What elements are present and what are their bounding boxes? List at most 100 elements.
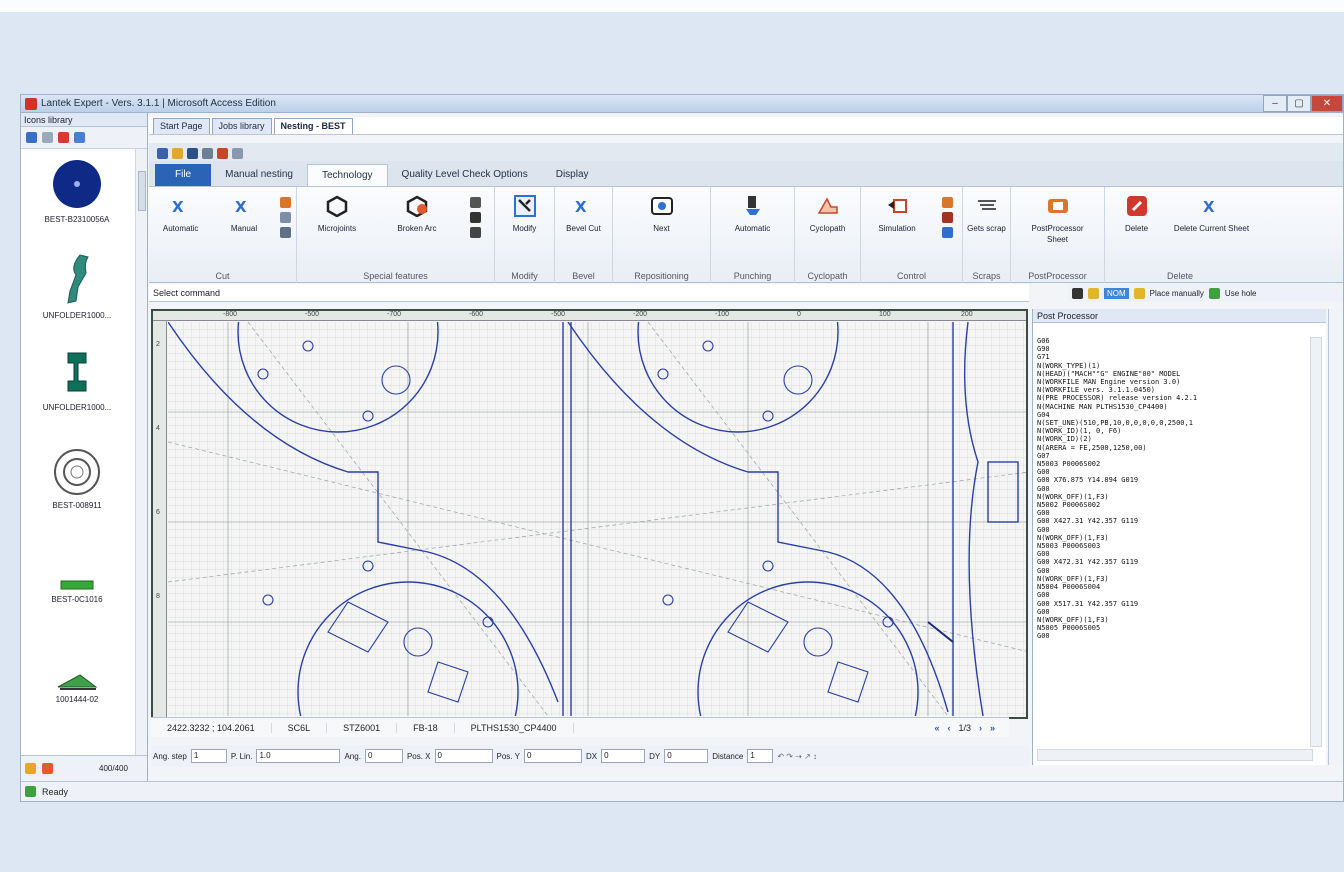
automatic-cut-button[interactable]: X Automatic [154, 195, 208, 234]
delete-current-sheet-button[interactable]: X Delete Current Sheet [1173, 195, 1251, 234]
library-scrollbar[interactable] [135, 149, 147, 755]
tab-start-page[interactable]: Start Page [153, 118, 210, 134]
nesting-canvas[interactable]: -800 -500 -700 -600 -500 -200 -100 0 100… [151, 309, 1028, 719]
new-icon[interactable] [157, 147, 168, 159]
command-line[interactable]: Select command [149, 284, 1029, 302]
last-sheet-button[interactable]: » [990, 723, 995, 733]
ang-field[interactable]: 0 [364, 749, 403, 763]
cut-order-icon[interactable] [280, 212, 292, 223]
library-item[interactable]: BEST-008911 [21, 447, 133, 510]
cyclopath-button[interactable]: Cyclopath [801, 195, 855, 234]
gets-scrap-button[interactable]: Gets scrap [963, 195, 1010, 234]
joint-icon[interactable] [470, 227, 481, 238]
library-item-label: BEST-B2310056A [44, 215, 110, 224]
reset-icon[interactable] [942, 227, 953, 238]
minimize-button[interactable]: – [1263, 95, 1287, 112]
library-list-icon[interactable] [42, 132, 53, 143]
post-processor-header: Post Processor [1033, 309, 1326, 323]
first-sheet-button[interactable]: « [934, 723, 939, 733]
open-icon[interactable] [172, 147, 183, 159]
tab-quality-level[interactable]: Quality Level Check Options [388, 164, 542, 186]
snap-tools-icon[interactable]: ↶ ↷ ⇢ ↗ ↕ [777, 752, 817, 761]
post-processor-hscroll[interactable] [1037, 749, 1313, 761]
postprocessor-sheet-button[interactable]: PostProcessor Sheet [1031, 195, 1085, 245]
svg-text:X: X [1203, 198, 1215, 216]
library-item[interactable]: 1001444-02 [21, 673, 133, 704]
tab-jobs-library[interactable]: Jobs library [211, 118, 272, 134]
button-label: Automatic [734, 224, 771, 233]
next-button[interactable]: Next [635, 195, 689, 234]
delete-button[interactable]: Delete [1110, 195, 1164, 234]
tab-manual-nesting[interactable]: Manual nesting [211, 164, 307, 186]
library-filter-icon[interactable] [74, 132, 85, 143]
hand-icon[interactable] [1088, 287, 1099, 299]
mode-toggle[interactable]: NOM [1104, 287, 1129, 299]
button-label: Delete Current Sheet [1173, 224, 1250, 233]
pos-x-field[interactable]: 0 [434, 749, 493, 763]
folder-icon[interactable] [25, 763, 36, 774]
app-icon [25, 97, 37, 110]
manual-cut-button[interactable]: X Manual [217, 195, 271, 234]
sheet-code: STZ6001 [327, 722, 398, 733]
simulation-button[interactable]: Simulation [870, 195, 924, 234]
placement-toolbar: NOM Place manually Use hole [1068, 284, 1343, 302]
group-punching: Automatic Punching [711, 187, 795, 283]
dx-field[interactable]: 0 [601, 749, 646, 763]
ruler-tick: -700 [387, 311, 402, 318]
glasses-icon[interactable] [1072, 287, 1083, 299]
loop-icon[interactable] [470, 197, 481, 208]
library-item[interactable]: UNFOLDER1000... [21, 253, 133, 320]
lead-icon[interactable] [470, 212, 481, 223]
nc-code-listing[interactable]: G06 G90 G71 N(WORK_TYPE)(1) N(HEAD)("MAC… [1037, 337, 1307, 737]
pos-y-field[interactable]: 0 [523, 749, 582, 763]
manual-cut-icon: X [233, 195, 255, 217]
library-item[interactable]: UNFOLDER1000... [21, 349, 133, 412]
stop-icon[interactable] [942, 212, 953, 223]
print-icon[interactable] [202, 147, 213, 159]
library-delete-icon[interactable] [58, 132, 69, 143]
special-mini-buttons [470, 197, 481, 238]
ang-step-field[interactable]: 1 [190, 749, 227, 763]
dx-label: DX [585, 751, 598, 761]
tab-technology[interactable]: Technology [306, 164, 388, 186]
library-item[interactable]: BEST-B2310056A [21, 159, 133, 224]
cyclopath-icon [817, 195, 839, 217]
automatic-punching-button[interactable]: Automatic [726, 195, 780, 234]
distance-field[interactable]: 1 [747, 749, 774, 763]
library-item[interactable]: BEST-0C1016 [21, 579, 133, 604]
save-icon[interactable] [187, 147, 198, 159]
screenshot-page: Lantek Expert - Vers. 3.1.1 | Microsoft … [0, 0, 1344, 872]
refresh-icon[interactable] [42, 763, 53, 774]
post-processor-vscroll[interactable] [1310, 337, 1322, 747]
document-tabs: Start Page Jobs library Nesting - BEST [149, 117, 1343, 135]
modify-button[interactable]: Modify [498, 195, 552, 234]
button-label: Next [653, 224, 670, 233]
redo-icon[interactable] [232, 147, 243, 159]
close-button[interactable]: ✕ [1311, 95, 1343, 112]
button-label: Automatic [162, 224, 199, 233]
microjoints-button[interactable]: Microjoints [310, 195, 364, 234]
bevel-cut-button[interactable]: X Bevel Cut [557, 195, 611, 234]
place-manually-button[interactable]: Place manually [1150, 289, 1204, 298]
tab-nesting[interactable]: Nesting - BEST [273, 118, 353, 134]
tab-display[interactable]: Display [542, 164, 603, 186]
cut-more-icon[interactable] [280, 227, 292, 238]
undo-icon[interactable] [217, 147, 228, 159]
ribbon-tabs: File Manual nesting Technology Quality L… [149, 161, 1343, 187]
next-sheet-button[interactable]: › [979, 723, 982, 733]
use-hole-button[interactable]: Use hole [1225, 289, 1257, 298]
broken-arc-button[interactable]: Broken Arc [390, 195, 444, 234]
button-label: Delete [1124, 224, 1149, 233]
group-cyclopath: Cyclopath Cyclopath [795, 187, 861, 283]
tab-file[interactable]: File [155, 164, 212, 186]
prev-sheet-button[interactable]: ‹ [947, 723, 950, 733]
library-view-icon[interactable] [26, 132, 37, 143]
ruler-tick: 0 [797, 311, 801, 318]
dy-field[interactable]: 0 [664, 749, 709, 763]
step-icon[interactable] [942, 197, 953, 208]
maximize-button[interactable]: ▢ [1287, 95, 1311, 112]
cut-option-icon[interactable] [280, 197, 292, 208]
p-lin-field[interactable]: 1.0 [256, 749, 341, 763]
library-item-label: UNFOLDER1000... [42, 311, 112, 320]
library-scroll-thumb[interactable] [138, 171, 146, 211]
